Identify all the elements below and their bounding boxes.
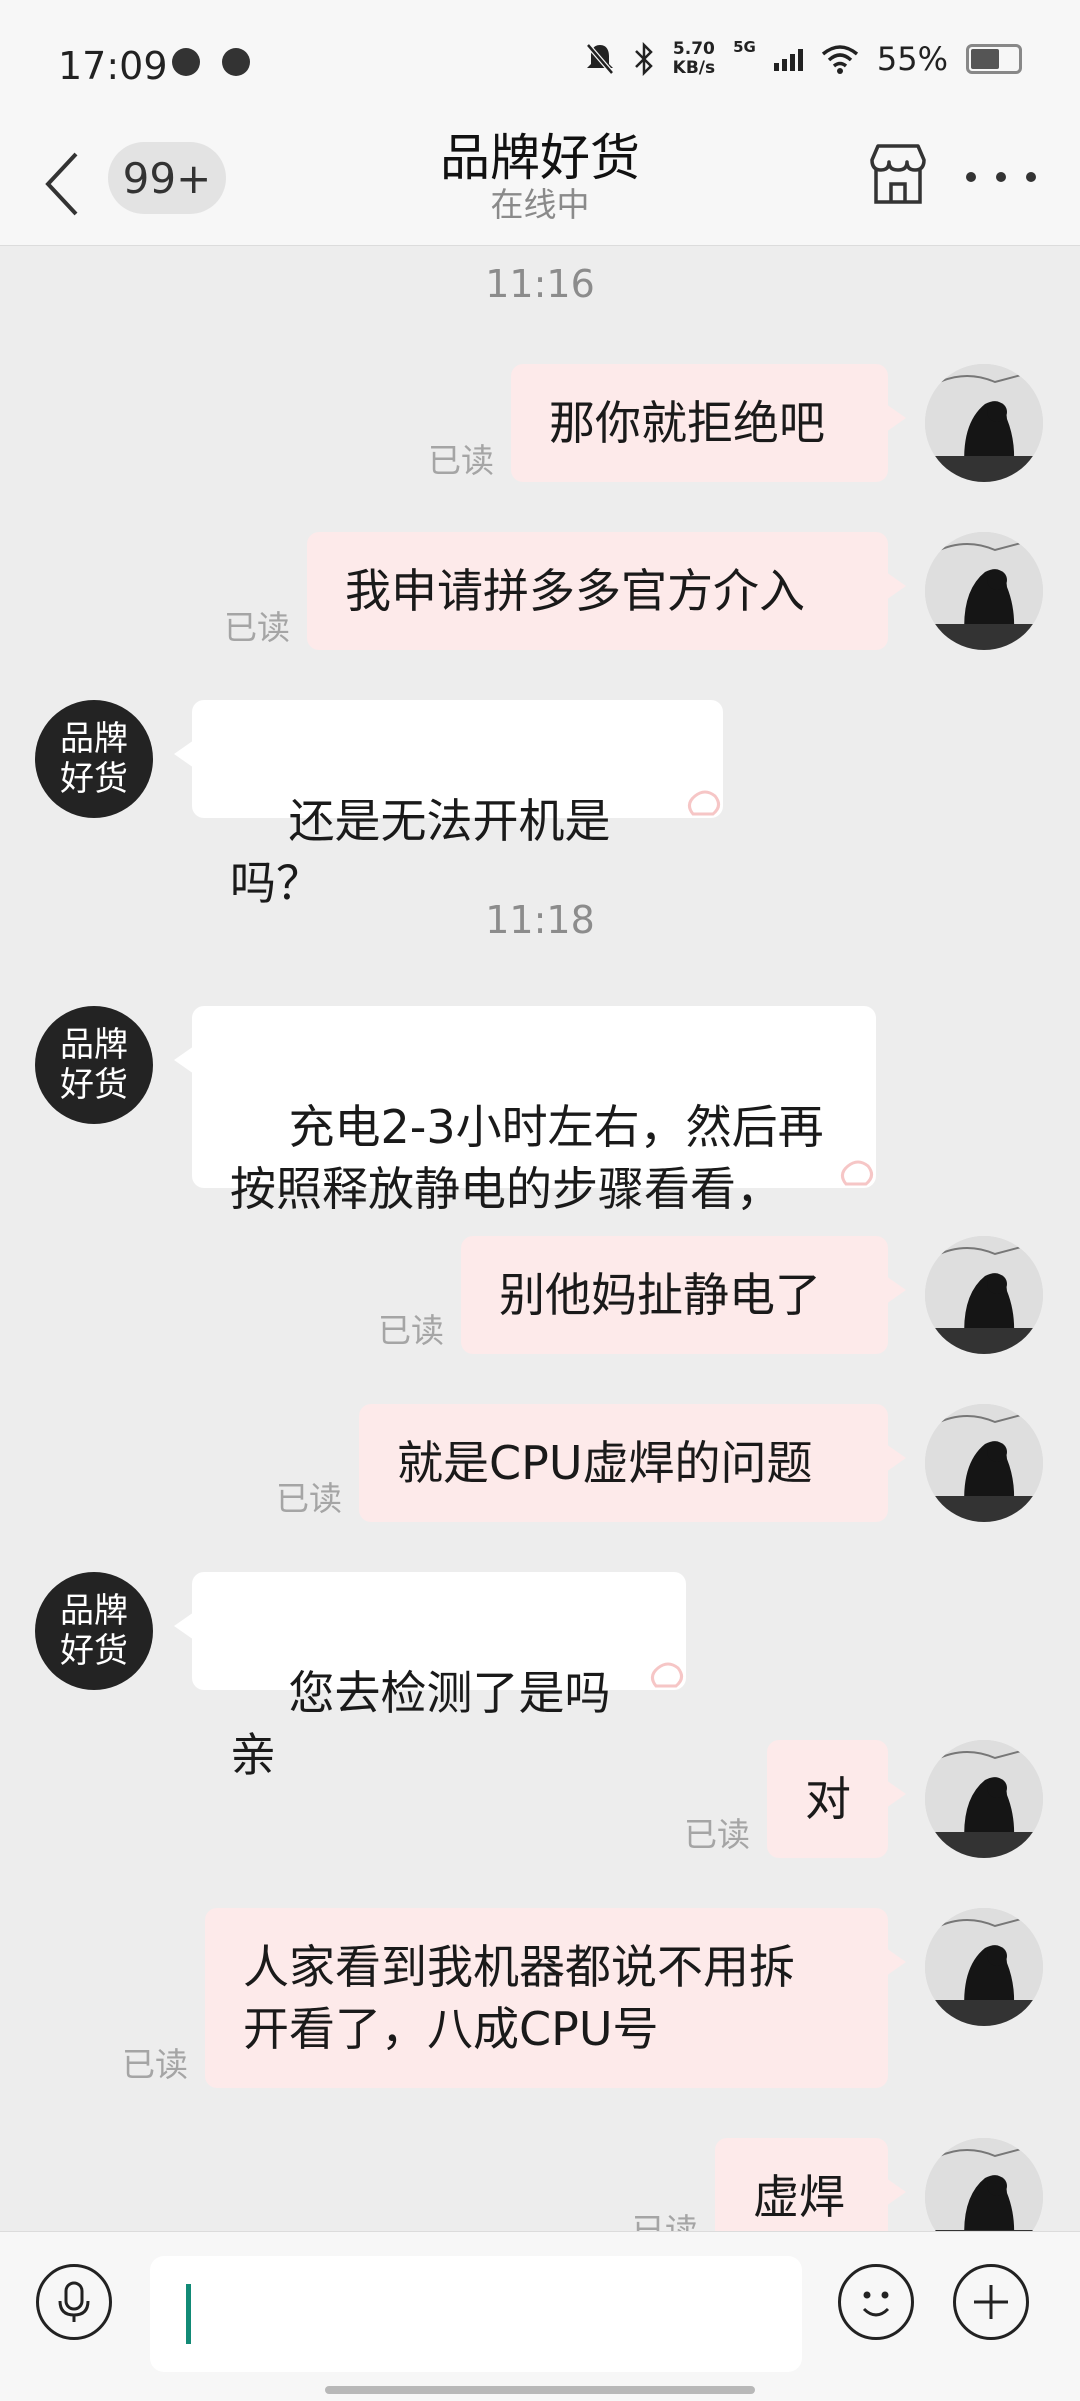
- pinduoduo-watermark-icon: [651, 1662, 683, 1688]
- outgoing-message[interactable]: 就是CPU虚焊的问题: [359, 1404, 906, 1522]
- status-bar: 17:09 5.70 KB/s 5G 55%: [0, 0, 1080, 130]
- read-receipt: 已读: [122, 2045, 188, 2084]
- user-avatar[interactable]: [925, 1404, 1043, 1522]
- shop-avatar[interactable]: 品牌 好货: [35, 1572, 153, 1690]
- globe-icon: [172, 48, 200, 76]
- user-avatar[interactable]: [925, 1236, 1043, 1354]
- outgoing-message[interactable]: 虚焊: [715, 2138, 906, 2231]
- shop-avatar[interactable]: 品牌 好货: [35, 1006, 153, 1124]
- store-icon[interactable]: [864, 140, 932, 208]
- emoji-button[interactable]: [838, 2264, 914, 2340]
- outgoing-message[interactable]: 我申请拼多多官方介入: [307, 532, 906, 650]
- chat-header: 99+ 品牌好货 在线中: [0, 129, 1080, 246]
- outgoing-message[interactable]: 别他妈扯静电了: [461, 1236, 906, 1354]
- more-options-icon[interactable]: [966, 172, 1036, 182]
- incoming-message[interactable]: 还是无法开机是吗？: [174, 700, 723, 910]
- message-list[interactable]: 11:16 已读 那你就拒绝吧 已读 我申请拼多多官方介入 品牌 好货 还是无法开…: [0, 246, 1080, 2231]
- network-speed: 5.70 KB/s: [672, 39, 716, 78]
- message-input[interactable]: [150, 2256, 802, 2372]
- outgoing-message[interactable]: 对: [767, 1740, 906, 1858]
- read-receipt: 已读: [378, 1311, 444, 1350]
- input-bar: [0, 2231, 1080, 2401]
- read-receipt: 已读: [428, 441, 494, 480]
- incoming-message[interactable]: 您去检测了是吗 亲: [174, 1572, 686, 1782]
- outgoing-message[interactable]: 人家看到我机器都说不用拆 开看了，八成CPU号: [205, 1908, 906, 2088]
- network-type: 5G: [733, 38, 756, 56]
- user-avatar[interactable]: [925, 1908, 1043, 2026]
- read-receipt: 已读: [224, 608, 290, 647]
- battery-icon: [966, 44, 1022, 74]
- signal-icon: [773, 47, 803, 71]
- pinduoduo-watermark-icon: [688, 790, 720, 816]
- read-receipt: 已读: [276, 1479, 342, 1518]
- outgoing-message[interactable]: 那你就拒绝吧: [511, 364, 906, 482]
- shop-avatar[interactable]: 品牌 好货: [35, 700, 153, 818]
- battery-percent: 55%: [876, 40, 948, 78]
- wifi-icon: [821, 45, 858, 74]
- microphone-icon: [58, 2281, 90, 2322]
- timer-icon: [222, 48, 250, 76]
- status-time: 17:09: [58, 44, 168, 88]
- home-indicator[interactable]: [325, 2386, 755, 2394]
- read-receipt: 已读: [632, 2211, 698, 2231]
- read-receipt: 已读: [684, 1815, 750, 1854]
- text-cursor: [186, 2284, 191, 2344]
- mute-icon: [585, 43, 614, 75]
- user-avatar[interactable]: [925, 532, 1043, 650]
- plus-icon: [974, 2285, 1008, 2319]
- incoming-message[interactable]: 充电2-3小时左右，然后再 按照释放静电的步骤看看，: [174, 1006, 876, 1216]
- user-avatar[interactable]: [925, 1740, 1043, 1858]
- more-actions-button[interactable]: [953, 2264, 1029, 2340]
- pinduoduo-watermark-icon: [841, 1160, 873, 1186]
- timestamp: 11:18: [485, 898, 595, 942]
- voice-input-button[interactable]: [36, 2264, 112, 2340]
- user-avatar[interactable]: [925, 364, 1043, 482]
- timestamp: 11:16: [485, 262, 595, 306]
- bluetooth-icon: [634, 42, 653, 76]
- user-avatar[interactable]: [925, 2138, 1043, 2231]
- smiley-icon: [862, 2291, 890, 2317]
